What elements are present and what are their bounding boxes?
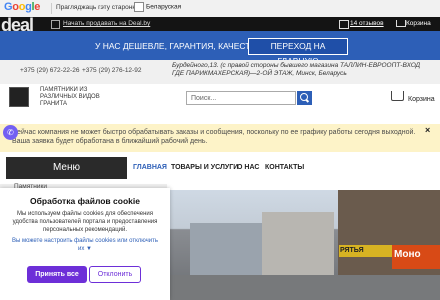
- top-cart-link[interactable]: Корзина: [406, 20, 431, 27]
- photo-road: [167, 275, 440, 300]
- nav-home[interactable]: ГЛАВНАЯ: [133, 164, 167, 171]
- cart-link[interactable]: Корзина: [408, 96, 435, 103]
- cart-icon[interactable]: [391, 91, 404, 101]
- menu-button[interactable]: Меню: [6, 157, 127, 179]
- reviews-link[interactable]: 14 отзывов: [350, 20, 384, 27]
- checkbox-icon[interactable]: [134, 2, 144, 12]
- translate-separator: [51, 3, 52, 14]
- viber-icon[interactable]: ✆: [3, 125, 18, 140]
- cookie-title: Обработка файлов cookie: [30, 196, 140, 206]
- mobile-icon: [51, 20, 60, 29]
- reject-button[interactable]: Отклонить: [89, 266, 141, 283]
- photo-building: [190, 223, 265, 275]
- reviews-icon: [339, 20, 349, 29]
- notice-text: Сейчас компания не может быстро обрабаты…: [12, 129, 416, 145]
- translate-language-label: Беларуская: [146, 3, 182, 11]
- search-button[interactable]: [297, 91, 312, 105]
- go-home-button[interactable]: ПЕРЕХОД НА ГЛАВНУЮ: [248, 38, 348, 66]
- photo-sign-text: РЯТЬЯ: [340, 247, 364, 254]
- nav-about[interactable]: О НАС: [237, 164, 259, 171]
- notice-close-icon[interactable]: ×: [425, 125, 430, 135]
- cookie-settings-link[interactable]: Вы можете настроить файлы cookies или от…: [8, 237, 162, 253]
- photo-building: [262, 212, 334, 277]
- address: Бурдейного,13. (с правой стороны бывшего…: [172, 62, 421, 77]
- translate-message: Прагляджаць гэту старонку: [56, 4, 139, 11]
- promo-text: У НАС ДЕШЕВЛЕ, ГАРАНТИЯ, КАЧЕСТВО: [95, 41, 263, 51]
- start-selling-link[interactable]: Начать продавать на Deal.by: [63, 20, 150, 27]
- search-input[interactable]: Поиск...: [186, 91, 296, 105]
- translate-language-option[interactable]: Беларуская: [134, 2, 181, 12]
- phone-1[interactable]: +375 (29) 672-22-26: [20, 67, 79, 74]
- cart-icon: [396, 20, 406, 27]
- company-tagline: ПАМЯТНИКИ ИЗ РАЗЛИЧНЫХ ВИДОВ ГРАНИТА: [40, 87, 100, 107]
- nav-contacts[interactable]: КОНТАКТЫ: [265, 164, 304, 171]
- company-logo-icon[interactable]: [9, 87, 29, 107]
- google-logo: Google: [4, 1, 41, 13]
- phone-2[interactable]: +375 (29) 276-12-92: [82, 67, 141, 74]
- nav-products[interactable]: ТОВАРЫ И УСЛУГИ: [171, 164, 238, 171]
- cookie-text: Мы используем файлы cookies для обеспече…: [12, 211, 158, 233]
- accept-all-button[interactable]: Принять все: [27, 266, 87, 283]
- photo-sign-text: Моно: [394, 249, 421, 260]
